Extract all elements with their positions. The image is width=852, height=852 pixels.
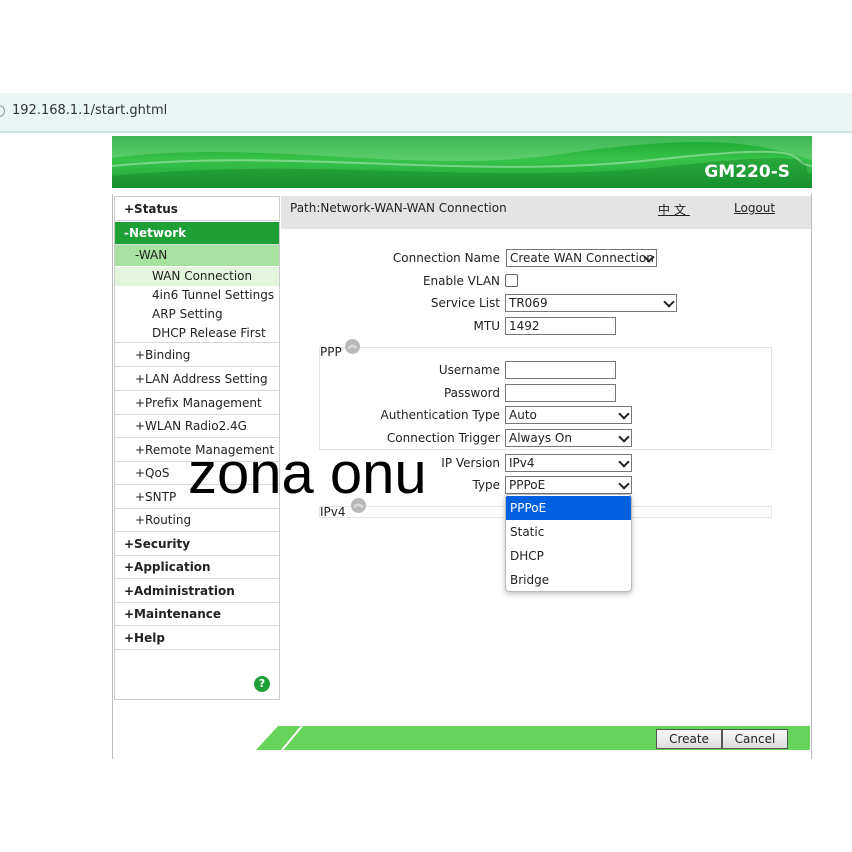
type-option-bridge[interactable]: Bridge: [506, 568, 631, 591]
language-link[interactable]: 中文: [658, 201, 690, 218]
question-icon[interactable]: ?: [254, 676, 270, 692]
type-option-static[interactable]: Static: [506, 520, 631, 544]
sidebar-item-administration[interactable]: +Administration: [115, 580, 279, 603]
username-label: Username: [438, 363, 500, 377]
frame-border-right: [811, 194, 812, 759]
header-banner: GM220-S: [112, 136, 812, 188]
watermark-text: zona onu: [188, 441, 427, 506]
sidebar-item-help[interactable]: +Help: [115, 627, 279, 650]
chevron-down-icon: [618, 456, 630, 468]
sidebar-item-binding[interactable]: +Binding: [115, 344, 279, 367]
service-list-label: Service List: [430, 296, 500, 310]
sidebar-item-prefix-management[interactable]: +Prefix Management: [115, 392, 279, 415]
frame-border-left: [112, 194, 113, 759]
sidebar-item-wlan-radio[interactable]: +WLAN Radio2.4G: [115, 415, 279, 438]
connection-name-value: Create WAN Connection: [510, 251, 654, 265]
sidebar-item-status[interactable]: +Status: [115, 198, 279, 221]
chevron-down-icon: [618, 478, 630, 490]
sidebar-item-dhcp-release[interactable]: DHCP Release First: [115, 324, 279, 343]
service-list-value: TR069: [509, 296, 548, 310]
chevron-down-icon: [618, 431, 630, 443]
mtu-input[interactable]: 1492: [505, 317, 616, 335]
service-list-select[interactable]: TR069: [505, 294, 677, 312]
sidebar-item-arp-setting[interactable]: ARP Setting: [115, 305, 279, 324]
conn-trigger-value: Always On: [509, 431, 572, 445]
sidebar-item-wan-connection[interactable]: WAN Connection: [115, 267, 279, 286]
type-option-dhcp[interactable]: DHCP: [506, 544, 631, 568]
connection-name-label: Connection Name: [392, 251, 500, 265]
ipv4-section-title: IPv4: [320, 505, 346, 519]
breadcrumb: Path:Network-WAN-WAN Connection: [290, 201, 507, 215]
password-input[interactable]: [505, 384, 616, 402]
url-text[interactable]: 192.168.1.1/start.ghtml: [12, 103, 167, 118]
ip-version-value: IPv4: [509, 456, 535, 470]
address-bar[interactable]: 192.168.1.1/start.ghtml: [0, 93, 852, 133]
sidebar-item-4in6-tunnel[interactable]: 4in6 Tunnel Settings: [115, 286, 279, 305]
cancel-button[interactable]: Cancel: [722, 729, 788, 749]
device-model: GM220-S: [704, 162, 790, 182]
sidebar-item-routing[interactable]: +Routing: [115, 509, 279, 532]
conn-trigger-select[interactable]: Always On: [505, 429, 632, 447]
site-info-icon[interactable]: [0, 105, 5, 117]
breadcrumb-bar: Path:Network-WAN-WAN Connection 中文 Logou…: [281, 196, 811, 229]
sidebar-item-application[interactable]: +Application: [115, 556, 279, 579]
sidebar-item-security[interactable]: +Security: [115, 533, 279, 556]
connection-name-select[interactable]: Create WAN Connection: [506, 249, 657, 267]
type-option-pppoe[interactable]: PPPoE: [506, 496, 631, 520]
create-button[interactable]: Create: [656, 729, 722, 749]
mtu-label: MTU: [473, 319, 500, 333]
ip-version-select[interactable]: IPv4: [505, 454, 632, 472]
collapse-up-icon[interactable]: ︽: [345, 339, 360, 354]
type-dropdown-list: PPPoE Static DHCP Bridge: [505, 494, 632, 592]
chevron-down-icon: [618, 408, 630, 420]
sidebar-item-network[interactable]: -Network: [115, 222, 279, 245]
auth-type-select[interactable]: Auto: [505, 406, 632, 424]
type-value: PPPoE: [509, 478, 546, 492]
ppp-section-title: PPP: [320, 345, 342, 359]
username-input[interactable]: [505, 361, 616, 379]
auth-type-value: Auto: [509, 408, 537, 422]
auth-type-label: Authentication Type: [380, 408, 500, 422]
logout-link[interactable]: Logout: [734, 201, 775, 215]
password-label: Password: [443, 386, 500, 400]
sidebar-item-wan[interactable]: -WAN: [115, 245, 279, 266]
type-select[interactable]: PPPoE: [505, 476, 632, 494]
enable-vlan-label: Enable VLAN: [422, 274, 500, 288]
sidebar-item-lan-address[interactable]: +LAN Address Setting: [115, 368, 279, 391]
sidebar-item-maintenance[interactable]: +Maintenance: [115, 603, 279, 626]
enable-vlan-checkbox[interactable]: [505, 274, 518, 287]
chevron-down-icon: [663, 296, 675, 308]
